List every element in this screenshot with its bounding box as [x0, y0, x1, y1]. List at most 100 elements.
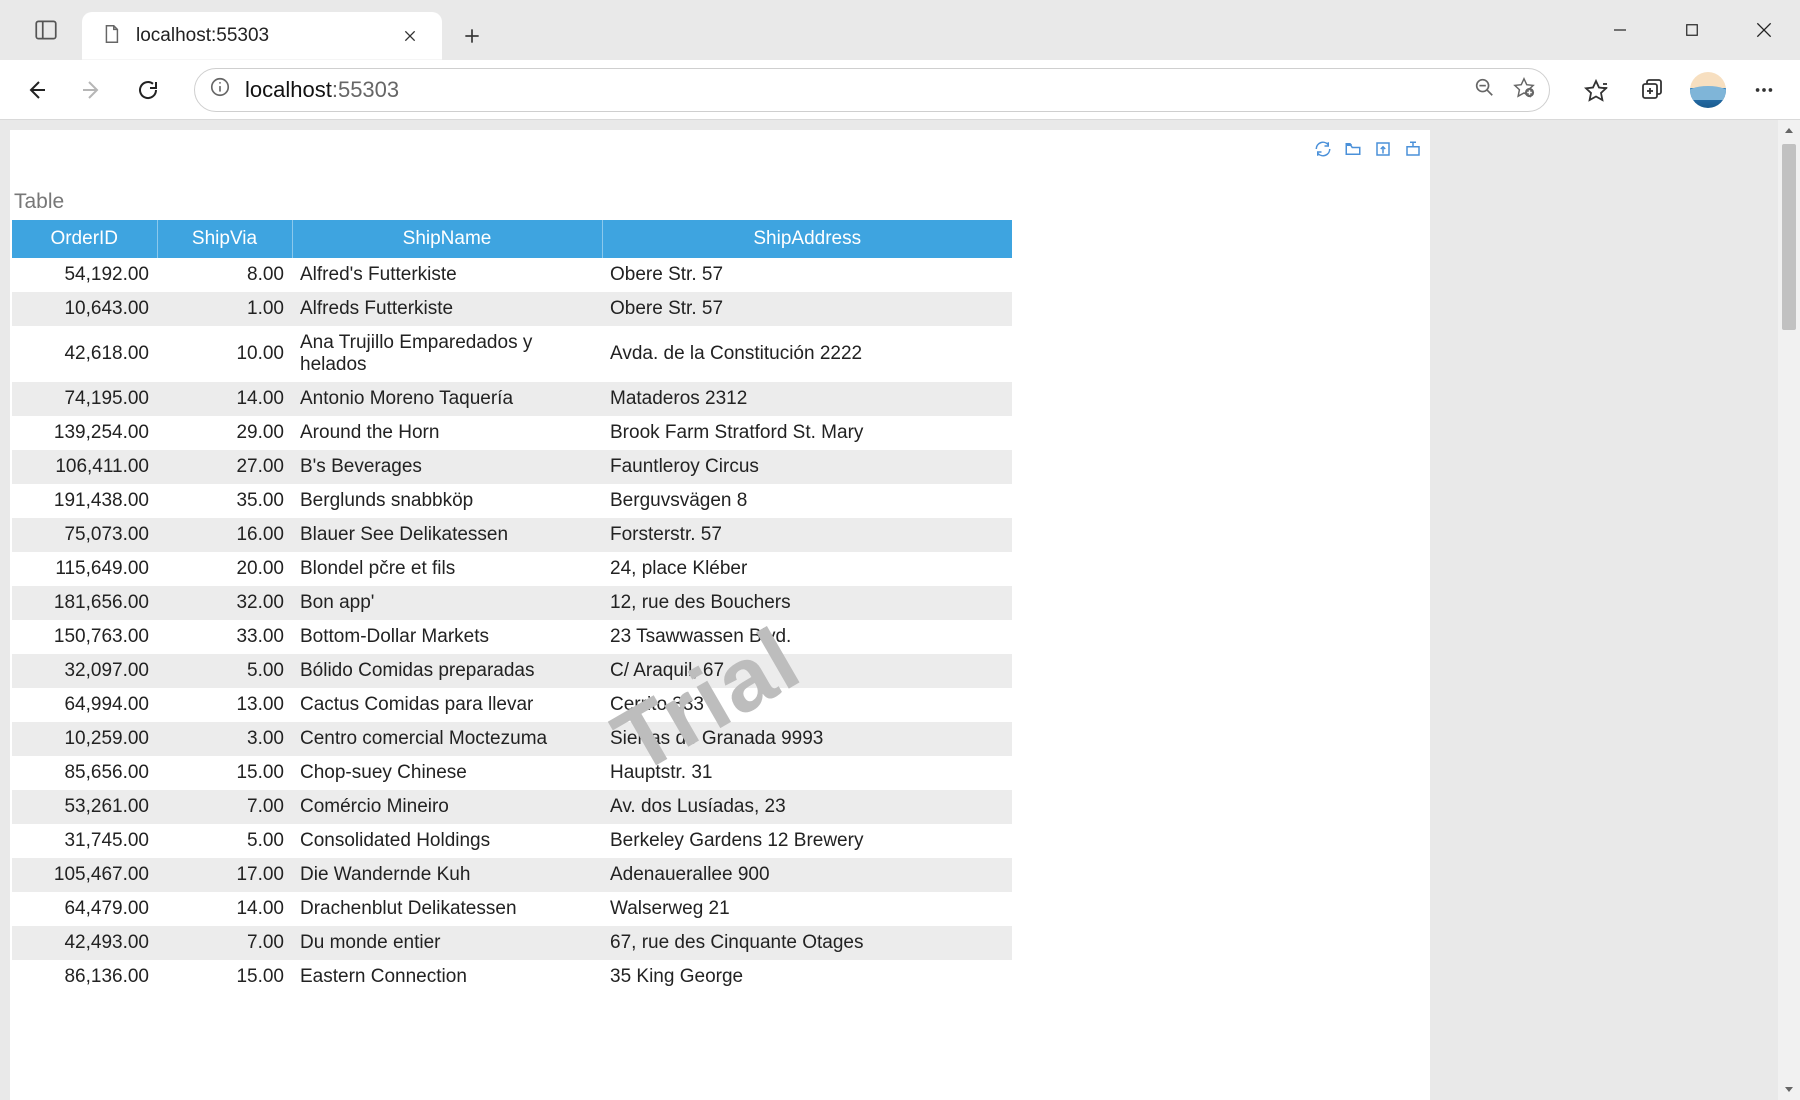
export-icon[interactable] [1374, 140, 1392, 163]
close-window-button[interactable] [1728, 0, 1800, 60]
column-header[interactable]: ShipVia [157, 220, 292, 258]
cell-shipname: Eastern Connection [292, 960, 602, 994]
cell-shipvia: 17.00 [157, 858, 292, 892]
cell-shipaddress: Fauntleroy Circus [602, 450, 1012, 484]
table-row[interactable]: 54,192.008.00Alfred's FutterkisteObere S… [12, 258, 1012, 292]
cell-shipaddress: C/ Araquil, 67 [602, 654, 1012, 688]
table-row[interactable]: 42,493.007.00Du monde entier67, rue des … [12, 926, 1012, 960]
cell-shipaddress: Brook Farm Stratford St. Mary [602, 416, 1012, 450]
table-row[interactable]: 150,763.0033.00Bottom-Dollar Markets23 T… [12, 620, 1012, 654]
cell-shipaddress: Obere Str. 57 [602, 258, 1012, 292]
table-row[interactable]: 64,994.0013.00Cactus Comidas para llevar… [12, 688, 1012, 722]
zoom-out-icon[interactable] [1473, 76, 1495, 103]
cell-shipname: Chop-suey Chinese [292, 756, 602, 790]
cell-shipaddress: 12, rue des Bouchers [602, 586, 1012, 620]
address-text: localhost:55303 [245, 77, 399, 103]
cell-shipvia: 27.00 [157, 450, 292, 484]
cell-shipname: Around the Horn [292, 416, 602, 450]
minimize-button[interactable] [1584, 0, 1656, 60]
vertical-scrollbar[interactable] [1778, 120, 1800, 1100]
cell-shipname: Berglunds snabbköp [292, 484, 602, 518]
cell-shipvia: 32.00 [157, 586, 292, 620]
cell-shipname: Alfreds Futterkiste [292, 292, 602, 326]
table-row[interactable]: 86,136.0015.00Eastern Connection35 King … [12, 960, 1012, 994]
cell-orderid: 53,261.00 [12, 790, 157, 824]
tab-actions-button[interactable] [10, 0, 82, 60]
cell-shipvia: 13.00 [157, 688, 292, 722]
cell-shipname: Blauer See Delikatessen [292, 518, 602, 552]
cell-shipvia: 14.00 [157, 892, 292, 926]
scroll-down-arrow-icon[interactable] [1778, 1078, 1800, 1100]
cell-shipvia: 8.00 [157, 258, 292, 292]
site-info-icon[interactable] [209, 76, 231, 103]
open-folder-icon[interactable] [1344, 140, 1362, 163]
forward-button[interactable] [68, 66, 116, 114]
cell-shipvia: 7.00 [157, 926, 292, 960]
table-row[interactable]: 85,656.0015.00Chop-suey ChineseHauptstr.… [12, 756, 1012, 790]
cell-orderid: 42,618.00 [12, 326, 157, 382]
cell-shipaddress: 24, place Kléber [602, 552, 1012, 586]
browser-tab[interactable]: localhost:55303 [82, 12, 442, 60]
table-row[interactable]: 75,073.0016.00Blauer See DelikatessenFor… [12, 518, 1012, 552]
cell-shipvia: 5.00 [157, 824, 292, 858]
cell-shipaddress: 35 King George [602, 960, 1012, 994]
cell-shipaddress: Forsterstr. 57 [602, 518, 1012, 552]
table-row[interactable]: 10,643.001.00Alfreds FutterkisteObere St… [12, 292, 1012, 326]
cell-shipname: Drachenblut Delikatessen [292, 892, 602, 926]
cell-shipaddress: Hauptstr. 31 [602, 756, 1012, 790]
cell-orderid: 181,656.00 [12, 586, 157, 620]
viewport: Trial Table OrderID ShipVia ShipName Shi… [0, 120, 1800, 1100]
profile-button[interactable] [1684, 66, 1732, 114]
address-bar[interactable]: localhost:55303 [194, 68, 1550, 112]
back-button[interactable] [12, 66, 60, 114]
refresh-button[interactable] [124, 66, 172, 114]
refresh-widget-icon[interactable] [1314, 140, 1332, 163]
table-row[interactable]: 181,656.0032.00Bon app'12, rue des Bouch… [12, 586, 1012, 620]
maximize-button[interactable] [1656, 0, 1728, 60]
pin-icon[interactable] [1404, 140, 1422, 163]
collections-button[interactable] [1628, 66, 1676, 114]
cell-orderid: 139,254.00 [12, 416, 157, 450]
cell-shipvia: 1.00 [157, 292, 292, 326]
table-row[interactable]: 115,649.0020.00Blondel pčre et fils24, p… [12, 552, 1012, 586]
cell-orderid: 75,073.00 [12, 518, 157, 552]
close-tab-button[interactable] [396, 22, 424, 50]
table-row[interactable]: 139,254.0029.00Around the HornBrook Farm… [12, 416, 1012, 450]
table-row[interactable]: 53,261.007.00Comércio MineiroAv. dos Lus… [12, 790, 1012, 824]
column-header[interactable]: OrderID [12, 220, 157, 258]
table-row[interactable]: 10,259.003.00Centro comercial MoctezumaS… [12, 722, 1012, 756]
favorites-button[interactable] [1572, 66, 1620, 114]
table-row[interactable]: 105,467.0017.00Die Wandernde KuhAdenauer… [12, 858, 1012, 892]
table-row[interactable]: 106,411.0027.00B's BeveragesFauntleroy C… [12, 450, 1012, 484]
cell-shipaddress: Cerrito 333 [602, 688, 1012, 722]
cell-shipaddress: Obere Str. 57 [602, 292, 1012, 326]
cell-shipaddress: Av. dos Lusíadas, 23 [602, 790, 1012, 824]
cell-orderid: 64,479.00 [12, 892, 157, 926]
cell-shipname: B's Beverages [292, 450, 602, 484]
cell-shipname: Consolidated Holdings [292, 824, 602, 858]
column-header[interactable]: ShipAddress [602, 220, 1012, 258]
cell-shipaddress: 67, rue des Cinquante Otages [602, 926, 1012, 960]
table-row[interactable]: 74,195.0014.00Antonio Moreno TaqueríaMat… [12, 382, 1012, 416]
cell-shipaddress: Adenauerallee 900 [602, 858, 1012, 892]
data-table: OrderID ShipVia ShipName ShipAddress 54,… [12, 220, 1012, 994]
cell-shipvia: 15.00 [157, 756, 292, 790]
page-content: Trial Table OrderID ShipVia ShipName Shi… [0, 120, 1778, 1100]
table-row[interactable]: 32,097.005.00Bólido Comidas preparadasC/… [12, 654, 1012, 688]
column-header[interactable]: ShipName [292, 220, 602, 258]
cell-shipvia: 20.00 [157, 552, 292, 586]
cell-orderid: 10,643.00 [12, 292, 157, 326]
table-row[interactable]: 191,438.0035.00Berglunds snabbköpBerguvs… [12, 484, 1012, 518]
more-button[interactable] [1740, 66, 1788, 114]
new-tab-button[interactable] [448, 12, 496, 60]
cell-shipvia: 16.00 [157, 518, 292, 552]
favorite-add-icon[interactable] [1513, 76, 1535, 103]
cell-shipvia: 10.00 [157, 326, 292, 382]
cell-orderid: 42,493.00 [12, 926, 157, 960]
cell-orderid: 74,195.00 [12, 382, 157, 416]
table-row[interactable]: 42,618.0010.00Ana Trujillo Emparedados y… [12, 326, 1012, 382]
table-row[interactable]: 31,745.005.00Consolidated HoldingsBerkel… [12, 824, 1012, 858]
table-row[interactable]: 64,479.0014.00Drachenblut DelikatessenWa… [12, 892, 1012, 926]
scroll-up-arrow-icon[interactable] [1778, 120, 1800, 142]
cell-shipname: Die Wandernde Kuh [292, 858, 602, 892]
